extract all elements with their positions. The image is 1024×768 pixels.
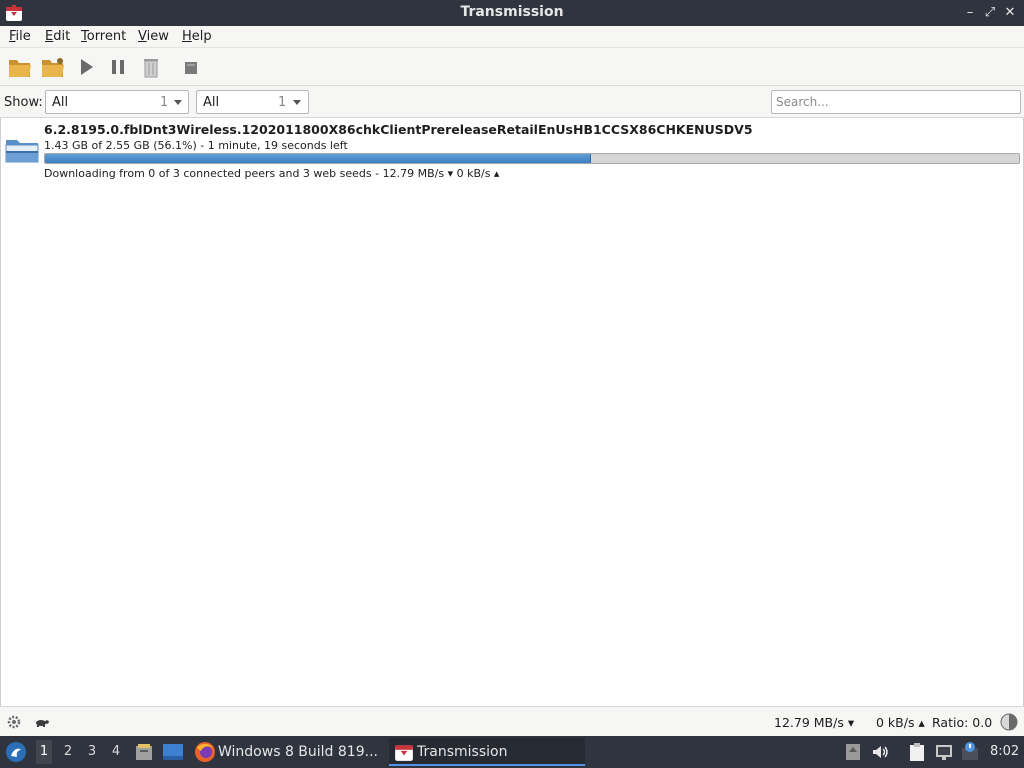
gear-icon[interactable] (6, 714, 22, 730)
taskbar-task-firefox[interactable]: Windows 8 Build 819... (194, 738, 382, 766)
open-url-icon[interactable] (39, 53, 67, 81)
menu-view-label: iew (146, 29, 169, 44)
menu-edit-label: dit (53, 29, 71, 44)
clipboard-icon[interactable] (907, 742, 927, 762)
menu-help-label: elp (191, 29, 212, 44)
folder-icon (5, 140, 39, 163)
taskbar-task-label: Transmission (417, 744, 508, 760)
volume-icon[interactable] (870, 742, 890, 762)
taskbar-task-label: Windows 8 Build 819... (218, 744, 378, 760)
transmission-task-icon (395, 745, 413, 761)
window-title: Transmission (460, 4, 564, 20)
ratio-icon[interactable] (1000, 713, 1018, 731)
pause-icon[interactable] (104, 53, 132, 81)
menu-edit[interactable]: Edit (45, 29, 70, 44)
menu-torrent[interactable]: Torrent (81, 29, 126, 44)
menu-torrent-label: orrent (86, 29, 127, 44)
tracker-filter-value: All (203, 95, 220, 110)
minimize-button[interactable]: – (962, 4, 978, 22)
clock[interactable]: 8:02 (990, 744, 1019, 759)
tracker-filter-count: 1 (278, 95, 287, 110)
maximize-button[interactable]: ⤢ (982, 4, 998, 22)
menu-view-mnemonic: V (138, 29, 147, 44)
start-icon[interactable] (72, 53, 100, 81)
torrent-status: Downloading from 0 of 3 connected peers … (44, 167, 500, 180)
firefox-icon (195, 742, 215, 762)
torrent-list[interactable]: 6.2.8195.0.fblDnt3Wireless.1202011800X86… (0, 118, 1024, 706)
taskbar-task-transmission[interactable]: Transmission (389, 738, 585, 766)
workspace-3[interactable]: 3 (84, 744, 100, 759)
open-folder-icon[interactable] (6, 53, 34, 81)
torrent-name: 6.2.8195.0.fblDnt3Wireless.1202011800X86… (44, 122, 753, 137)
download-speed: 12.79 MB/s ▾ (774, 715, 855, 730)
show-label: Show: (4, 95, 43, 110)
workspace-1[interactable]: 1 (36, 740, 52, 764)
workspace-2[interactable]: 2 (60, 744, 76, 759)
start-menu-icon[interactable] (5, 741, 27, 763)
chevron-down-icon (293, 100, 301, 105)
status-bar: 12.79 MB/s ▾ 0 kB/s ▴ Ratio: 0.0 (0, 706, 1024, 736)
workspace-4[interactable]: 4 (108, 744, 124, 759)
show-desktop-icon[interactable] (162, 742, 184, 762)
properties-icon[interactable] (177, 53, 205, 81)
activity-filter-value: All (52, 95, 69, 110)
torrent-progress-fill (45, 154, 592, 163)
network-icon[interactable] (934, 742, 954, 762)
taskbar: 1 2 3 4 Windows 8 Build 819... Transmiss… (0, 736, 1024, 768)
search-input[interactable] (771, 90, 1021, 114)
toolbar (0, 48, 1024, 86)
turtle-icon[interactable] (34, 715, 50, 729)
menu-help-mnemonic: H (182, 29, 192, 44)
activity-filter-count: 1 (160, 95, 169, 110)
torrent-progress-bar (44, 153, 1020, 164)
remove-icon[interactable] (137, 53, 165, 81)
eject-icon[interactable] (843, 742, 863, 762)
ratio-text[interactable]: Ratio: 0.0 (932, 715, 992, 730)
notification-icon[interactable] (960, 742, 980, 762)
chevron-down-icon (174, 100, 182, 105)
menu-file-label: ile (15, 29, 31, 44)
close-button[interactable]: ✕ (1002, 4, 1018, 22)
activity-filter-combo[interactable]: All 1 (45, 90, 189, 114)
torrent-progress-text: 1.43 GB of 2.55 GB (56.1%) - 1 minute, 1… (44, 139, 348, 152)
menu-bar: File Edit Torrent View Help (0, 26, 1024, 48)
menu-edit-mnemonic: E (45, 29, 54, 44)
window-titlebar: Transmission – ⤢ ✕ (0, 0, 1024, 26)
torrent-row[interactable]: 6.2.8195.0.fblDnt3Wireless.1202011800X86… (1, 118, 1023, 182)
menu-view[interactable]: View (138, 29, 169, 44)
tracker-filter-combo[interactable]: All 1 (196, 90, 309, 114)
filter-bar: Show: All 1 All 1 (0, 86, 1024, 118)
menu-file[interactable]: File (9, 29, 31, 44)
upload-speed: 0 kB/s ▴ (876, 715, 925, 730)
file-manager-icon[interactable] (134, 742, 154, 762)
menu-help[interactable]: Help (182, 29, 212, 44)
